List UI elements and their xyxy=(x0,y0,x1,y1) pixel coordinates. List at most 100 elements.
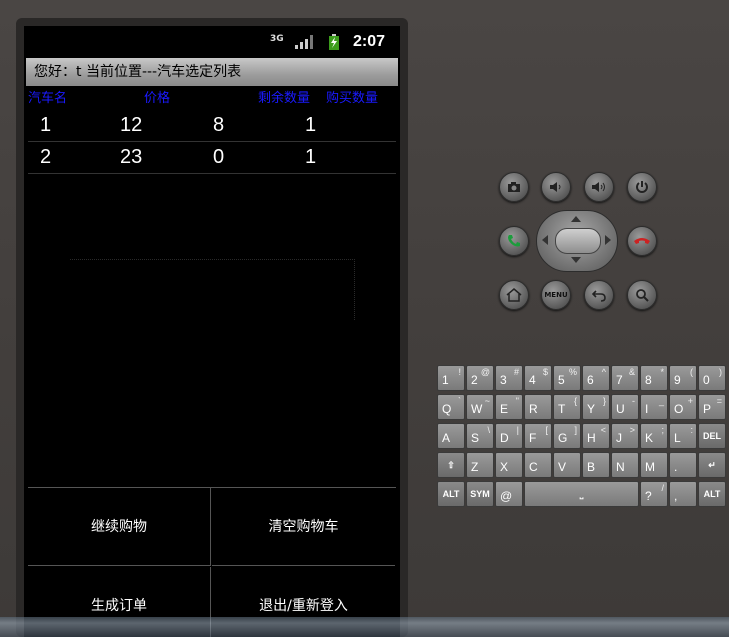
continue-shopping-button[interactable]: 继续购物 xyxy=(28,488,211,566)
key-z-label: Z xyxy=(471,460,479,474)
key-e[interactable]: E " xyxy=(495,394,523,420)
key-n[interactable]: N xyxy=(611,452,639,478)
key-y[interactable]: Y} xyxy=(582,394,610,420)
key-9[interactable]: 9( xyxy=(669,365,697,391)
cell-remaining: 0 xyxy=(213,146,225,168)
comma-key-label: , xyxy=(674,489,678,503)
key-d[interactable]: D | xyxy=(495,423,523,449)
key-o[interactable]: O + xyxy=(669,394,697,420)
key-p[interactable]: P = xyxy=(698,394,726,420)
key-v[interactable]: V xyxy=(553,452,581,478)
key-m[interactable]: M xyxy=(640,452,668,478)
end-call-button[interactable] xyxy=(627,226,657,256)
key-x[interactable]: X xyxy=(495,452,523,478)
slash-key-alt-label: / xyxy=(661,483,664,493)
key-2[interactable]: 2 @ xyxy=(466,365,494,391)
key-l[interactable]: L: xyxy=(669,423,697,449)
dpad-up-icon[interactable] xyxy=(571,216,581,222)
key-k-label: K xyxy=(645,431,654,445)
sym-key[interactable]: SYM xyxy=(466,481,494,507)
menu-button[interactable]: MENU xyxy=(541,280,571,310)
enter-key[interactable]: ↵ xyxy=(698,452,726,478)
space-key[interactable]: ⎵ xyxy=(524,481,639,507)
key-k[interactable]: K; xyxy=(640,423,668,449)
key-t-alt-label: { xyxy=(573,396,577,406)
key-7[interactable]: 7 & xyxy=(611,365,639,391)
alt-left-key[interactable]: ALT xyxy=(437,481,465,507)
back-button[interactable] xyxy=(584,280,614,310)
home-button[interactable] xyxy=(499,280,529,310)
key-8[interactable]: 8 * xyxy=(640,365,668,391)
key-u[interactable]: U- xyxy=(611,394,639,420)
cell-buy-count: 1 xyxy=(305,146,317,168)
call-button[interactable] xyxy=(499,226,529,256)
key-s[interactable]: S \ xyxy=(466,423,494,449)
alt-right-key[interactable]: ALT xyxy=(698,481,726,507)
space-key-label: ⎵ xyxy=(579,488,584,499)
key-f-alt-label: [ xyxy=(545,425,548,435)
key-h[interactable]: H < xyxy=(582,423,610,449)
key-6[interactable]: 6 ^ xyxy=(582,365,610,391)
search-button[interactable] xyxy=(627,280,657,310)
host-taskbar-strip xyxy=(0,617,729,637)
key-g[interactable]: G] xyxy=(553,423,581,449)
table-row[interactable]: 2 23 0 1 xyxy=(28,142,396,174)
comma-key[interactable]: , xyxy=(669,481,697,507)
key-3[interactable]: 3 # xyxy=(495,365,523,391)
key-6-label: 6 xyxy=(587,373,594,387)
key-y-alt-label: } xyxy=(602,396,606,406)
key-q[interactable]: Q ` xyxy=(437,394,465,420)
key-y-label: Y xyxy=(587,402,596,416)
clear-cart-button[interactable]: 清空购物车 xyxy=(212,488,395,566)
key-o-alt-label: + xyxy=(687,396,693,406)
key-f[interactable]: F[ xyxy=(524,423,552,449)
key-e-label: E xyxy=(500,402,509,416)
volume-up-button[interactable] xyxy=(584,172,614,202)
dpad-left-icon[interactable] xyxy=(542,235,548,245)
key-1-alt-label: ! xyxy=(458,367,461,377)
table-row[interactable]: 1 12 8 1 xyxy=(28,110,396,142)
key-5[interactable]: 5% xyxy=(553,365,581,391)
key-a[interactable]: A xyxy=(437,423,465,449)
key-f-label: F xyxy=(529,431,537,445)
shift-key-label: ⇧ xyxy=(447,459,455,470)
cell-car-name: 1 xyxy=(40,114,52,136)
key-0[interactable]: 0) xyxy=(698,365,726,391)
key-r[interactable]: R xyxy=(524,394,552,420)
key-w[interactable]: W ~ xyxy=(466,394,494,420)
key-j[interactable]: J > xyxy=(611,423,639,449)
key-r-label: R xyxy=(529,402,538,416)
key-1-label: 1 xyxy=(442,373,449,387)
key-2-alt-label: @ xyxy=(480,367,490,377)
volume-down-button[interactable] xyxy=(541,172,571,202)
key-i[interactable]: I _ xyxy=(640,394,668,420)
key-7-alt-label: & xyxy=(628,367,635,377)
header-car-name: 汽车名 xyxy=(28,91,68,106)
key-p-label: P xyxy=(703,402,712,416)
shift-key[interactable]: ⇧ xyxy=(437,452,465,478)
sym-key-label: SYM xyxy=(470,489,490,499)
search-icon xyxy=(636,289,649,302)
key-1[interactable]: 1! xyxy=(437,365,465,391)
key-j-label: J xyxy=(616,431,622,445)
slash-key[interactable]: ? / xyxy=(640,481,668,507)
key-8-label: 8 xyxy=(645,373,652,387)
key-b[interactable]: B xyxy=(582,452,610,478)
power-button[interactable] xyxy=(627,172,657,202)
action-button-grid: 继续购物 清空购物车 生成订单 退出/重新登入 xyxy=(28,487,396,637)
volume-down-icon xyxy=(550,182,561,192)
camera-icon xyxy=(508,182,520,192)
dpad-down-icon[interactable] xyxy=(571,257,581,263)
key-9-alt-label: ( xyxy=(690,367,693,377)
key-t[interactable]: T{ xyxy=(553,394,581,420)
delete-key[interactable]: DEL xyxy=(698,423,726,449)
dpad-right-icon[interactable] xyxy=(605,235,611,245)
key-z[interactable]: Z xyxy=(466,452,494,478)
key-c[interactable]: C xyxy=(524,452,552,478)
key-4[interactable]: 4 $ xyxy=(524,365,552,391)
dpad-center-button[interactable] xyxy=(555,228,601,254)
at-key[interactable]: @ xyxy=(495,481,523,507)
camera-button[interactable] xyxy=(499,172,529,202)
key-h-alt-label: < xyxy=(600,425,606,435)
key-period[interactable]: . xyxy=(669,452,697,478)
